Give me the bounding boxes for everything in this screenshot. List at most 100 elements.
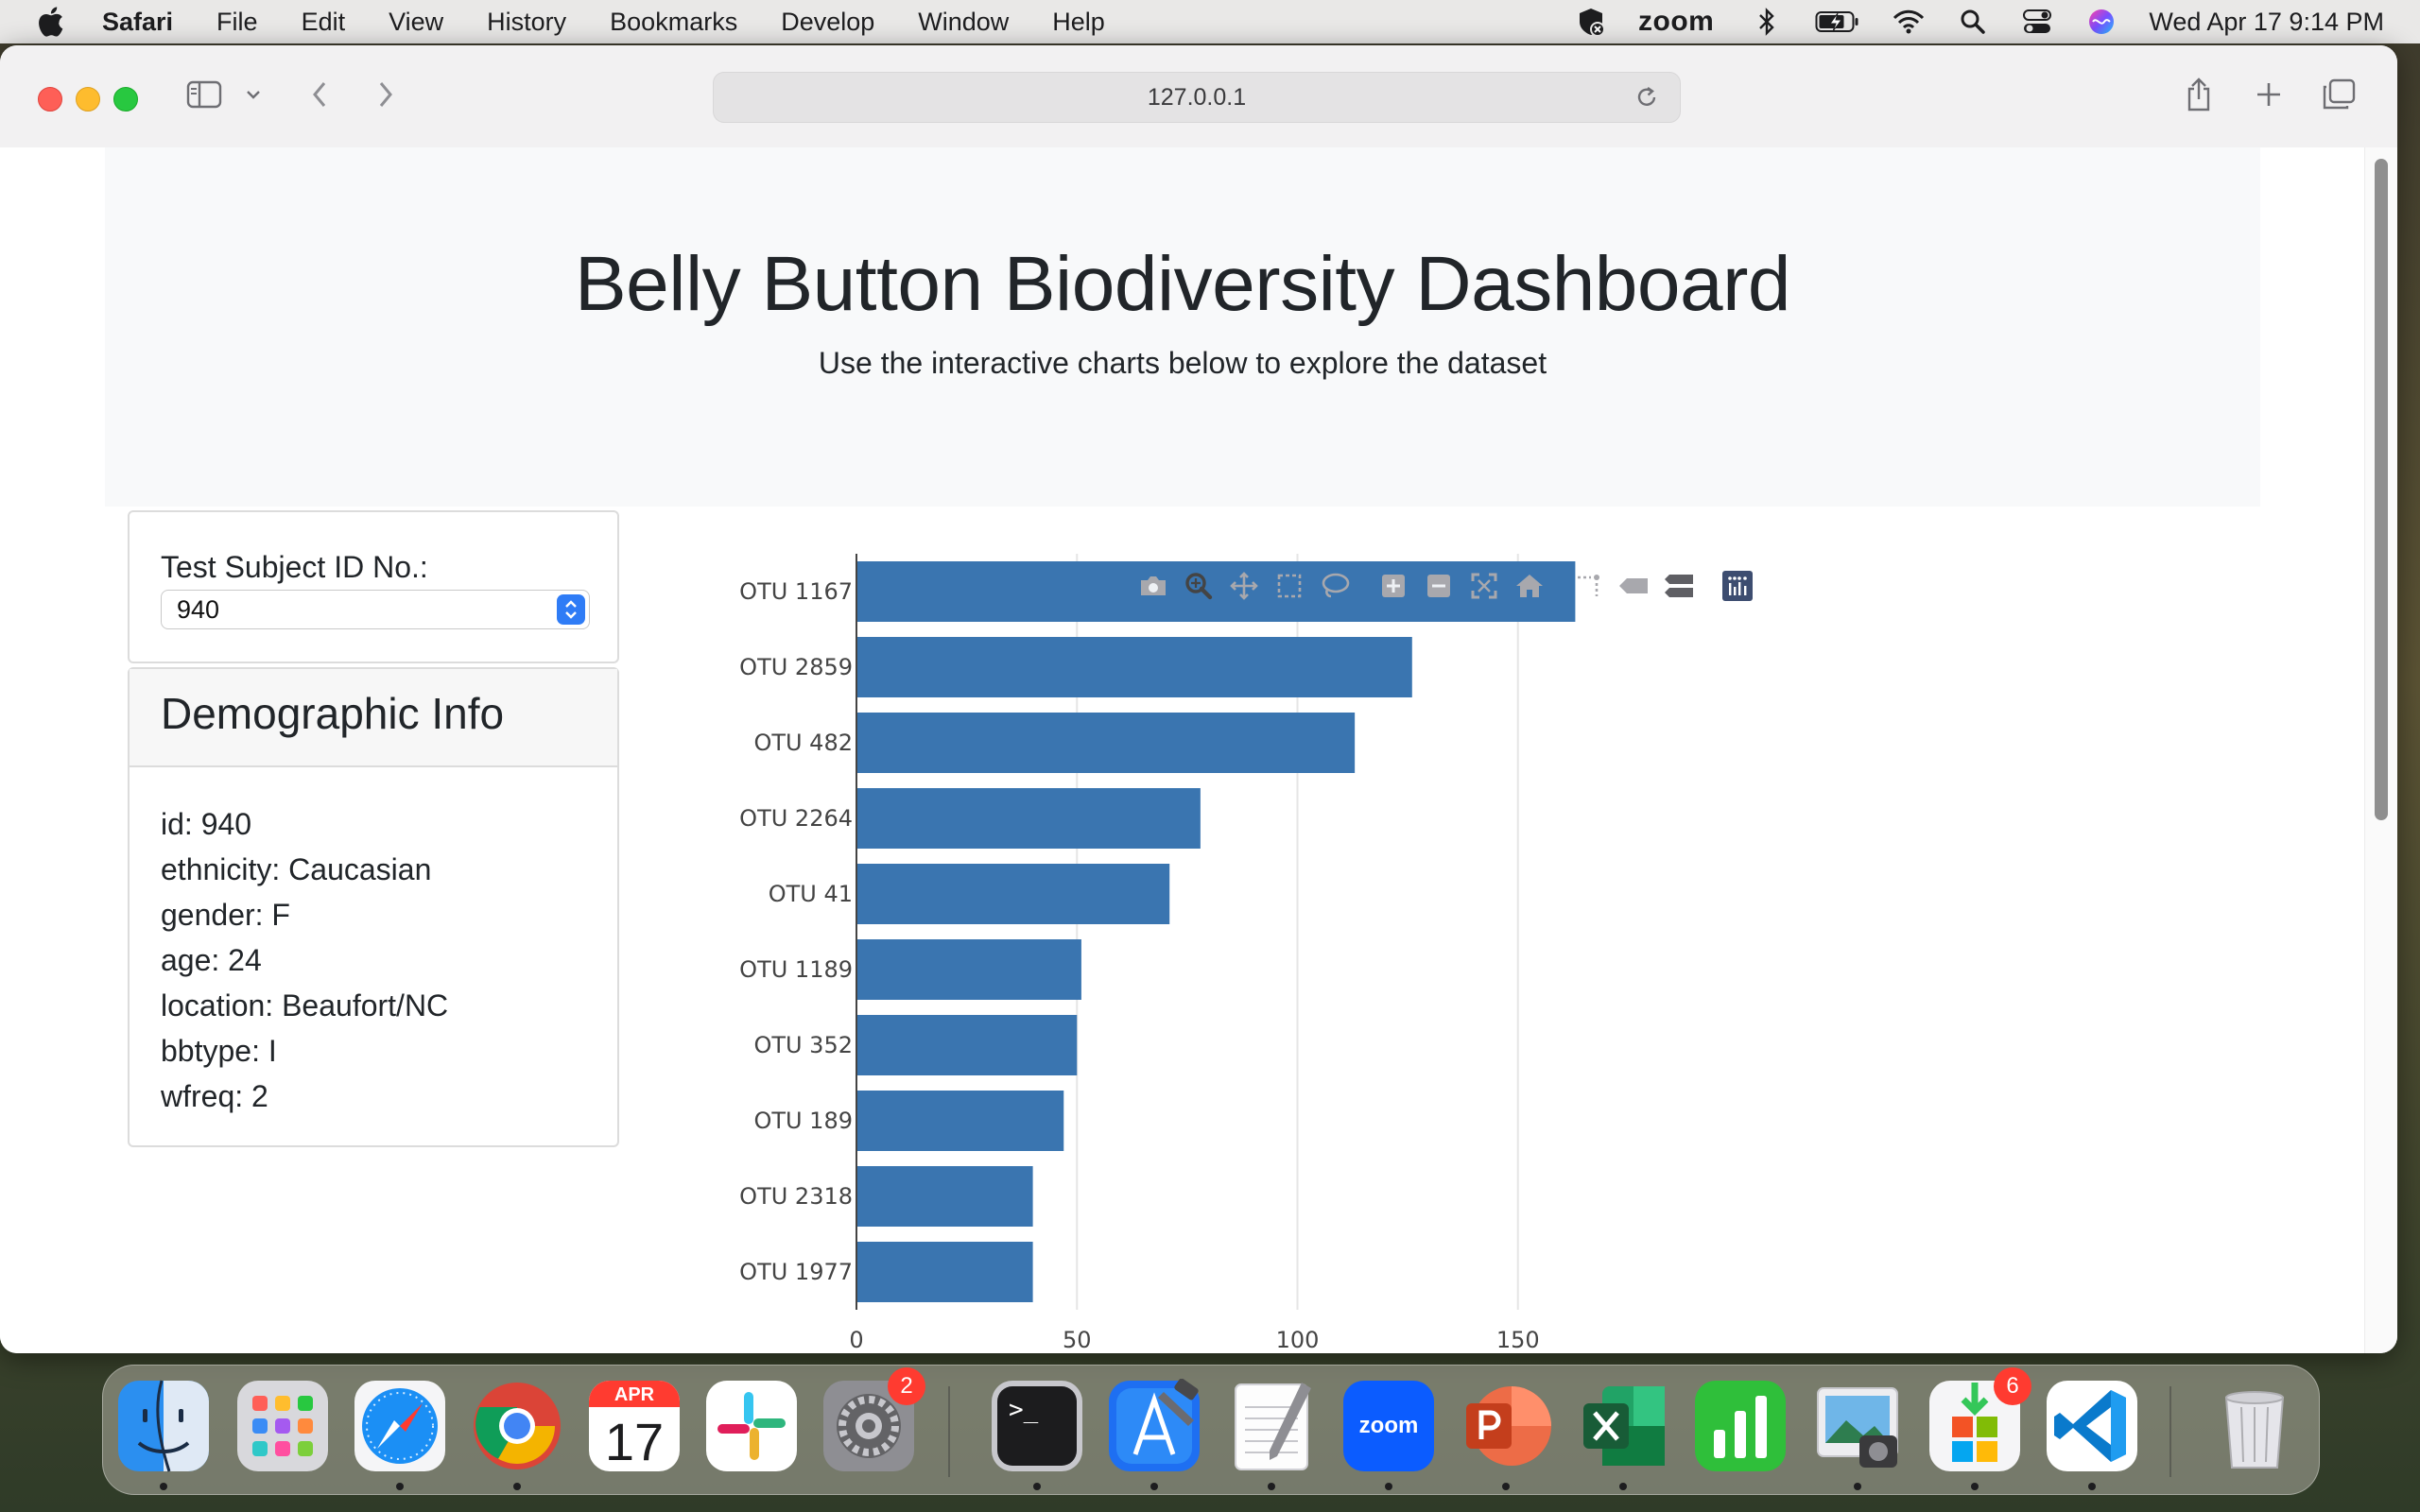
- menu-develop[interactable]: Develop: [781, 8, 874, 37]
- shield-status-icon[interactable]: [1574, 5, 1608, 39]
- lasso-select-icon[interactable]: [1312, 565, 1357, 607]
- new-tab-plus-icon[interactable]: [2250, 74, 2288, 115]
- dock-preview-icon[interactable]: [1810, 1379, 1905, 1490]
- running-indicator: [1033, 1483, 1041, 1490]
- demographic-info-card: Demographic Info id: 940 ethnicity: Cauc…: [128, 667, 619, 1147]
- bar[interactable]: [856, 713, 1356, 773]
- spotlight-search-icon[interactable]: [1956, 5, 1990, 39]
- select-arrows-icon[interactable]: [557, 594, 585, 625]
- pan-icon[interactable]: [1221, 565, 1267, 607]
- share-icon[interactable]: [2180, 74, 2218, 115]
- app-store-badge: 6: [1994, 1367, 2031, 1405]
- bar[interactable]: [856, 1015, 1078, 1075]
- bar[interactable]: [856, 1242, 1033, 1302]
- dock-trash-icon[interactable]: [2207, 1379, 2302, 1473]
- window-zoom-button[interactable]: [113, 87, 138, 112]
- tab-overview-icon[interactable]: [2320, 74, 2358, 115]
- dock-xcode-icon[interactable]: [1107, 1378, 1201, 1490]
- window-minimize-button[interactable]: [76, 87, 100, 112]
- apple-menu-icon[interactable]: [36, 6, 64, 38]
- dock-powerpoint-icon[interactable]: [1459, 1379, 1553, 1490]
- subject-id-value[interactable]: 940: [177, 595, 219, 624]
- dock-excel-icon[interactable]: [1576, 1379, 1670, 1490]
- dock-textedit-icon[interactable]: [1224, 1379, 1319, 1490]
- dock-numbers-icon[interactable]: [1693, 1379, 1788, 1473]
- browser-toolbar: 127.0.0.1: [0, 45, 2397, 148]
- siri-icon[interactable]: [2084, 5, 2118, 39]
- dock-launchpad-icon[interactable]: [235, 1379, 330, 1473]
- bar[interactable]: [856, 788, 1201, 849]
- bar[interactable]: [856, 1091, 1064, 1151]
- x-tick-label: 50: [1063, 1327, 1092, 1353]
- settings-badge: 2: [888, 1367, 925, 1405]
- top-otu-bar-chart[interactable]: 0 50 100 150 OTU 1167 OTU 2859 OTU 482 OTU 2264…: [662, 554, 1872, 1353]
- subject-selector-label: Test Subject ID No.:: [161, 550, 428, 584]
- running-indicator: [1150, 1483, 1158, 1490]
- window-close-button[interactable]: [38, 87, 62, 112]
- dock-separator: [2169, 1386, 2171, 1477]
- subject-id-select[interactable]: 940: [161, 590, 590, 629]
- reload-icon[interactable]: [1631, 81, 1663, 113]
- x-tick-label: 150: [1496, 1327, 1540, 1353]
- address-text[interactable]: 127.0.0.1: [1148, 84, 1246, 112]
- page-header: Belly Button Biodiversity Dashboard Use …: [105, 147, 2260, 507]
- demographic-age: age: 24: [161, 943, 262, 977]
- wifi-icon[interactable]: [1892, 5, 1926, 39]
- dock-finder-icon[interactable]: [116, 1379, 211, 1490]
- forward-button-icon[interactable]: [369, 74, 403, 115]
- dock-terminal-icon[interactable]: >_: [990, 1379, 1084, 1490]
- dock: APR 17 2 >_ zoom 6: [102, 1365, 2320, 1495]
- spike-lines-icon[interactable]: [1565, 565, 1611, 607]
- menu-history[interactable]: History: [487, 8, 566, 37]
- demographic-info-list: id: 940 ethnicity: Caucasian gender: F a…: [161, 801, 448, 1119]
- menu-safari[interactable]: Safari: [102, 8, 173, 37]
- autoscale-icon[interactable]: [1461, 565, 1507, 607]
- dock-zoom-icon[interactable]: zoom: [1341, 1379, 1436, 1490]
- battery-icon[interactable]: [1814, 5, 1861, 39]
- menu-view[interactable]: View: [389, 8, 443, 37]
- bar[interactable]: [856, 864, 1170, 924]
- menu-window[interactable]: Window: [918, 8, 1009, 37]
- safari-window: 127.0.0.1 Belly Button Biodiversity Dash…: [0, 45, 2397, 1353]
- zoom-out-icon[interactable]: [1416, 565, 1461, 607]
- dock-chrome-icon[interactable]: [470, 1379, 564, 1490]
- plotly-logo-icon[interactable]: [1715, 565, 1760, 607]
- dock-slack-icon[interactable]: [704, 1379, 799, 1473]
- hover-compare-icon[interactable]: [1656, 565, 1702, 607]
- menu-bar-clock[interactable]: Wed Apr 17 9:14 PM: [2149, 8, 2384, 37]
- dock-system-settings-icon[interactable]: 2: [821, 1367, 925, 1473]
- bluetooth-icon[interactable]: [1750, 5, 1784, 39]
- running-indicator: [513, 1483, 521, 1490]
- dock-safari-icon[interactable]: [353, 1379, 447, 1490]
- y-tick-label: OTU 189: [753, 1108, 853, 1134]
- bar[interactable]: [856, 1166, 1033, 1227]
- page-scrollbar[interactable]: [2364, 147, 2397, 1353]
- zoom-in-icon[interactable]: [1371, 565, 1416, 607]
- menu-bookmarks[interactable]: Bookmarks: [610, 8, 737, 37]
- menu-edit[interactable]: Edit: [302, 8, 346, 37]
- demographic-ethnicity: ethnicity: Caucasian: [161, 852, 432, 886]
- y-tick-label: OTU 2264: [739, 805, 853, 832]
- zoom-icon[interactable]: [1176, 565, 1221, 607]
- subject-selector-card: Test Subject ID No.: 940: [128, 510, 619, 663]
- zoom-menu-extra[interactable]: zoom: [1638, 6, 1714, 38]
- dock-app-store-icon[interactable]: 6: [1927, 1367, 2031, 1490]
- menu-help[interactable]: Help: [1052, 8, 1105, 37]
- dock-vscode-icon[interactable]: [2045, 1379, 2139, 1490]
- camera-icon[interactable]: [1131, 565, 1176, 607]
- control-center-icon[interactable]: [2020, 5, 2054, 39]
- back-button-icon[interactable]: [302, 74, 337, 115]
- bar[interactable]: [856, 637, 1412, 697]
- box-select-icon[interactable]: [1267, 565, 1312, 607]
- sidebar-toggle-icon[interactable]: [183, 74, 225, 115]
- scrollbar-thumb[interactable]: [2375, 159, 2388, 820]
- demographic-gender: gender: F: [161, 898, 290, 932]
- menu-file[interactable]: File: [216, 8, 258, 37]
- reset-axes-icon[interactable]: [1507, 565, 1552, 607]
- dock-calendar-icon[interactable]: APR 17: [587, 1379, 682, 1473]
- running-indicator: [1385, 1483, 1392, 1490]
- address-bar[interactable]: 127.0.0.1: [713, 72, 1681, 123]
- bar[interactable]: [856, 939, 1081, 1000]
- hover-closest-icon[interactable]: [1611, 565, 1656, 607]
- tab-group-chevron-down-icon[interactable]: [242, 74, 265, 115]
